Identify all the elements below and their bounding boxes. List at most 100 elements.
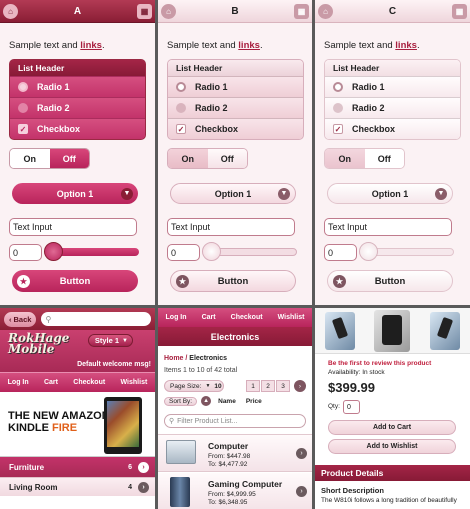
sample-link[interactable]: links bbox=[395, 40, 417, 51]
star-icon: ★ bbox=[17, 274, 30, 288]
off-button[interactable]: Off bbox=[207, 149, 247, 168]
grid-icon[interactable]: ▦ bbox=[136, 3, 152, 19]
radio-icon bbox=[333, 103, 343, 113]
page-2[interactable]: 2 bbox=[261, 380, 275, 392]
sample-text: Sample text and links. bbox=[324, 40, 420, 51]
slider-handle[interactable] bbox=[359, 242, 378, 261]
action-button[interactable]: ★ Button bbox=[170, 270, 296, 292]
on-button[interactable]: On bbox=[10, 149, 50, 168]
style-select[interactable]: Style 1 ▼ bbox=[87, 334, 133, 347]
qty-label: Qty: bbox=[328, 403, 340, 410]
action-button[interactable]: ★ Button bbox=[12, 270, 138, 292]
slider-value-input[interactable]: 0 bbox=[167, 244, 200, 261]
price-from: From: $447.98 bbox=[208, 453, 251, 460]
nav-wishlist[interactable]: Wishlist bbox=[121, 379, 148, 386]
on-button[interactable]: On bbox=[168, 149, 208, 168]
on-off-toggle[interactable]: On Off bbox=[9, 148, 90, 169]
search-input[interactable]: ⚲ bbox=[41, 312, 151, 326]
radio-1[interactable]: Radio 1 bbox=[325, 76, 460, 97]
radio-1[interactable]: Radio 1 bbox=[10, 76, 145, 97]
banner-text: THE NEW AMAZON KINDLE FIRE bbox=[8, 410, 110, 434]
nav-login[interactable]: Log In bbox=[8, 379, 29, 386]
slider-handle[interactable] bbox=[202, 242, 221, 261]
text-input[interactable]: Text Input bbox=[167, 218, 295, 236]
nav-cart[interactable]: Cart bbox=[44, 379, 58, 386]
radio-2[interactable]: Radio 2 bbox=[10, 97, 145, 118]
nav-login[interactable]: Log In bbox=[166, 314, 187, 321]
radio-icon bbox=[18, 82, 28, 92]
sort-direction-icon[interactable]: ▲ bbox=[201, 396, 212, 406]
add-to-wishlist-button[interactable]: Add to Wishlist bbox=[328, 439, 456, 454]
category-living-room[interactable]: Living Room 4 › bbox=[0, 477, 155, 496]
slider-track[interactable] bbox=[366, 248, 454, 256]
slider-track[interactable] bbox=[209, 248, 297, 256]
check-icon: ✓ bbox=[18, 124, 28, 134]
category-title: Electronics bbox=[158, 327, 312, 346]
star-icon: ★ bbox=[176, 274, 189, 288]
text-input[interactable]: Text Input bbox=[324, 218, 452, 236]
option-select[interactable]: Option 1 ▼ bbox=[12, 183, 138, 204]
sort-name[interactable]: Name bbox=[215, 398, 239, 405]
review-link[interactable]: Be the first to review this product bbox=[328, 360, 431, 367]
nav-wishlist[interactable]: Wishlist bbox=[278, 314, 305, 321]
product-row[interactable]: Gaming Computer From: $4,999.95 To: $6,3… bbox=[158, 473, 312, 509]
grid-icon[interactable]: ▦ bbox=[451, 3, 467, 19]
product-name: Gaming Computer bbox=[208, 479, 283, 489]
page-1[interactable]: 1 bbox=[246, 380, 260, 392]
home-icon[interactable]: ⌂ bbox=[3, 3, 18, 19]
availability: Availability: In stock bbox=[328, 369, 385, 376]
slider-value-input[interactable]: 0 bbox=[324, 244, 357, 261]
slider-handle[interactable] bbox=[44, 242, 63, 261]
page-title: A bbox=[73, 5, 82, 17]
radio-2[interactable]: Radio 2 bbox=[168, 97, 303, 118]
option-select[interactable]: Option 1 ▼ bbox=[327, 183, 453, 204]
nav-checkout[interactable]: Checkout bbox=[231, 314, 263, 321]
home-icon[interactable]: ⌂ bbox=[161, 3, 176, 19]
radio-icon bbox=[333, 82, 343, 92]
list-header: List Header bbox=[10, 60, 145, 76]
breadcrumb-home[interactable]: Home bbox=[164, 355, 183, 362]
chevron-down-icon: ▼ bbox=[121, 187, 133, 200]
product-row[interactable]: Computer From: $447.98 To: $4,477.92 › bbox=[158, 434, 312, 472]
radio-1[interactable]: Radio 1 bbox=[168, 76, 303, 97]
radio-icon bbox=[176, 103, 186, 113]
nav-checkout[interactable]: Checkout bbox=[73, 379, 105, 386]
qty-input[interactable]: 0 bbox=[343, 400, 360, 414]
off-button[interactable]: Off bbox=[49, 149, 89, 168]
sort-price[interactable]: Price bbox=[243, 398, 265, 405]
grid-icon[interactable]: ▦ bbox=[293, 3, 309, 19]
list-view: List Header Radio 1 Radio 2 ✓ Checkbox bbox=[167, 59, 304, 140]
add-to-cart-button[interactable]: Add to Cart bbox=[328, 420, 456, 435]
sample-link[interactable]: links bbox=[80, 40, 102, 51]
chevron-right-icon[interactable]: › bbox=[294, 380, 306, 392]
back-button[interactable]: ‹ Back bbox=[4, 311, 37, 327]
option-select[interactable]: Option 1 ▼ bbox=[170, 183, 296, 204]
price-to: To: $6,348.95 bbox=[208, 499, 248, 506]
off-button[interactable]: Off bbox=[364, 149, 404, 168]
on-off-toggle[interactable]: On Off bbox=[167, 148, 248, 169]
page-size-control[interactable]: Page Size: ▼ 10 bbox=[164, 380, 224, 392]
promo-banner[interactable]: THE NEW AMAZON KINDLE FIRE bbox=[0, 392, 155, 457]
checkbox[interactable]: ✓ Checkbox bbox=[10, 118, 145, 139]
radio-icon bbox=[18, 103, 28, 113]
checkbox[interactable]: ✓ Checkbox bbox=[168, 118, 303, 139]
on-off-toggle[interactable]: On Off bbox=[324, 148, 405, 169]
product-name: Computer bbox=[208, 441, 249, 451]
nav-cart[interactable]: Cart bbox=[202, 314, 216, 321]
check-icon: ✓ bbox=[176, 124, 186, 134]
product-gallery[interactable] bbox=[315, 308, 470, 354]
on-button[interactable]: On bbox=[325, 149, 365, 168]
slider-value-input[interactable]: 0 bbox=[9, 244, 42, 261]
filter-input[interactable]: ⚲ Filter Product List... bbox=[164, 414, 306, 428]
slider-track[interactable] bbox=[51, 248, 139, 256]
category-furniture[interactable]: Furniture 6 › bbox=[0, 457, 155, 477]
checkbox[interactable]: ✓ Checkbox bbox=[325, 118, 460, 139]
action-button[interactable]: ★ Button bbox=[327, 270, 453, 292]
phone-image bbox=[324, 311, 355, 350]
sample-link[interactable]: links bbox=[238, 40, 260, 51]
radio-2[interactable]: Radio 2 bbox=[325, 97, 460, 118]
text-input[interactable]: Text Input bbox=[9, 218, 137, 236]
home-icon[interactable]: ⌂ bbox=[318, 3, 333, 19]
page-3[interactable]: 3 bbox=[276, 380, 290, 392]
store-nav: Log In Cart Checkout Wishlist bbox=[0, 372, 155, 392]
